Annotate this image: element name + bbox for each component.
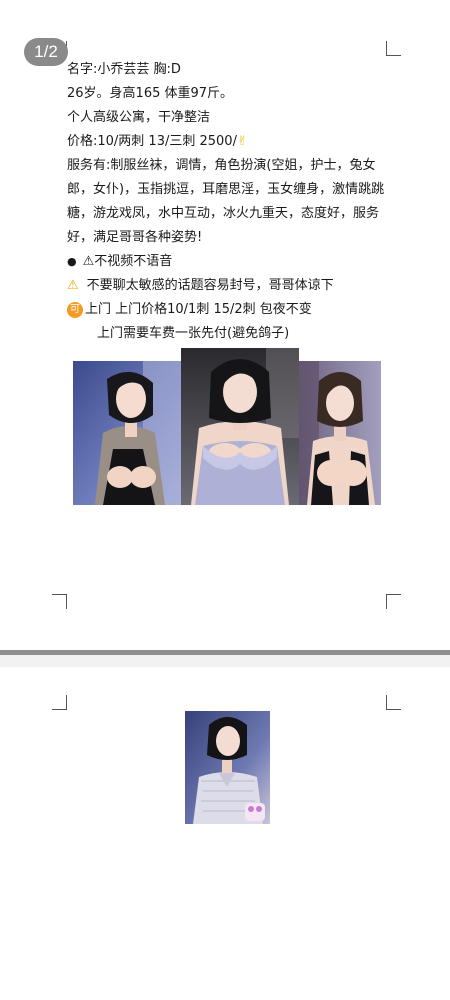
profile-photo-1 <box>73 361 183 505</box>
age-line: 26岁。身高165 体重97斤。 <box>67 86 234 101</box>
profile-photo-4 <box>185 711 270 824</box>
document-page-2 <box>0 667 450 1000</box>
travel-fee-line: 上门需要车费一张先付(避免鸽子) <box>97 326 290 341</box>
crop-mark-top-right <box>386 41 401 56</box>
warning-icon: ⚠ <box>67 278 79 293</box>
services-paragraph: 服务有:制服丝袜，调情，角色扮演(空姐，护士，兔女郎，女仆)，玉指挑逗，耳磨思淫… <box>67 158 385 245</box>
crop-mark-top-left <box>52 695 67 710</box>
no-video-line: ● ⚠不视频不语音 <box>67 250 397 274</box>
name-line: 名字:小乔芸芸 胸:D <box>67 62 181 77</box>
outcall-line: 可上门 上门价格10/1刺 15/2刺 包夜不变 <box>67 298 397 322</box>
warning-line: ⚠ 不要聊太敏感的话题容易封号，哥哥体谅下 <box>67 274 397 298</box>
page-counter-badge: 1/2 <box>24 38 68 66</box>
page-gap <box>0 655 450 667</box>
apartment-line: 个人高级公寓，干净整洁 <box>67 110 211 125</box>
price-line: 价格:10/两刺 13/三刺 2500/✌ <box>67 130 397 154</box>
warning-text: 不要聊太敏感的话题容易封号，哥哥体谅下 <box>86 278 334 293</box>
ke-badge-icon: 可 <box>67 302 83 318</box>
crop-mark-bottom-left <box>52 594 67 609</box>
bullet-icon: ● <box>67 255 77 268</box>
price-text: 价格:10/两刺 13/三刺 2500/ <box>67 134 237 149</box>
profile-text-block: 名字:小乔芸芸 胸:D 26岁。身高165 体重97斤。 个人高级公寓，干净整洁… <box>67 58 397 346</box>
victory-hand-icon: ✌ <box>236 134 248 149</box>
profile-photo-3 <box>299 361 381 505</box>
crop-mark-top-right <box>386 695 401 710</box>
profile-photo-2 <box>181 348 299 505</box>
outcall-text: 上门 上门价格10/1刺 15/2刺 包夜不变 <box>85 302 312 317</box>
no-video-text: ⚠不视频不语音 <box>82 254 173 269</box>
document-page-1: 名字:小乔芸芸 胸:D 26岁。身高165 体重97斤。 个人高级公寓，干净整洁… <box>0 0 450 652</box>
crop-mark-bottom-right <box>386 594 401 609</box>
